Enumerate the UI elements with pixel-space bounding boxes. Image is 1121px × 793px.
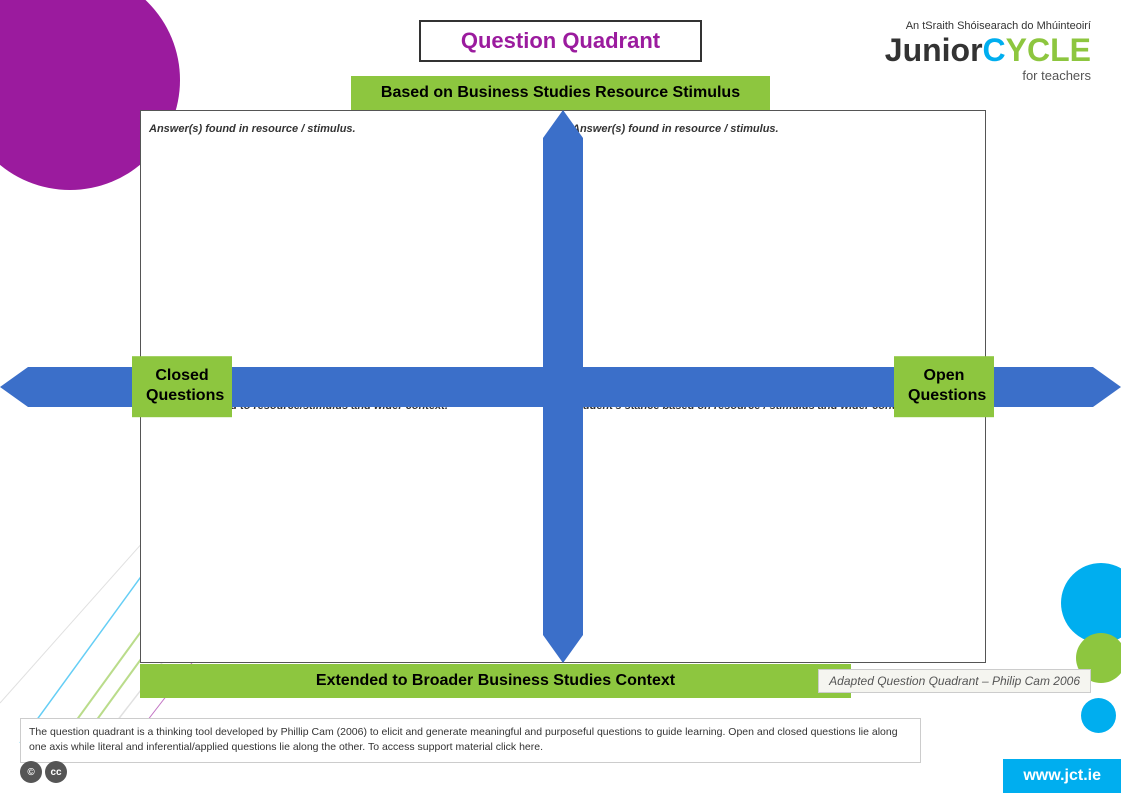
quadrant-area: Answer(s) found in resource / stimulus. … bbox=[140, 110, 986, 663]
circle-partial-decoration bbox=[1061, 563, 1121, 643]
arrowhead-right bbox=[1093, 367, 1121, 407]
footer-text: The question quadrant is a thinking tool… bbox=[29, 726, 898, 754]
quadrant-top-right-text: Answer(s) found in resource / stimulus. bbox=[572, 123, 779, 135]
attribution: Adapted Question Quadrant – Philip Cam 2… bbox=[818, 669, 1091, 693]
arrowhead-left bbox=[0, 367, 28, 407]
quadrant-bottom-left: Answer(s) linked to resource/stimulus an… bbox=[140, 387, 563, 664]
jct-footer[interactable]: www.jct.ie bbox=[1003, 759, 1121, 793]
circle-blue-decoration bbox=[1081, 698, 1116, 733]
cc-circle2: cc bbox=[45, 761, 67, 783]
cc-circle: © bbox=[20, 761, 42, 783]
quadrant-top-right: Answer(s) found in resource / stimulus. bbox=[563, 110, 986, 387]
quadrant-top-left-text: Answer(s) found in resource / stimulus. bbox=[149, 123, 356, 135]
page-title: Question Quadrant bbox=[461, 28, 660, 53]
quadrant-bottom-right: Student's stance based on resource / sti… bbox=[563, 387, 986, 664]
quadrant-top-left: Answer(s) found in resource / stimulus. bbox=[140, 110, 563, 387]
closed-questions-label: ClosedQuestions bbox=[132, 356, 232, 418]
jct-cycle-ycle: YCLE bbox=[1006, 32, 1091, 68]
title-box: Question Quadrant bbox=[419, 20, 702, 62]
top-banner: Based on Business Studies Resource Stimu… bbox=[351, 76, 770, 110]
creative-commons-icon: © cc bbox=[20, 761, 67, 783]
footer-description: The question quadrant is a thinking tool… bbox=[20, 718, 921, 764]
jct-website: www.jct.ie bbox=[1023, 767, 1101, 784]
open-questions-label: OpenQuestions bbox=[894, 356, 994, 418]
bottom-banner: Extended to Broader Business Studies Con… bbox=[140, 664, 851, 698]
header: Question Quadrant Based on Business Stud… bbox=[140, 20, 981, 110]
arrowhead-up bbox=[543, 110, 583, 138]
arrowhead-down bbox=[543, 635, 583, 663]
jct-cycle-c: C bbox=[983, 32, 1006, 68]
